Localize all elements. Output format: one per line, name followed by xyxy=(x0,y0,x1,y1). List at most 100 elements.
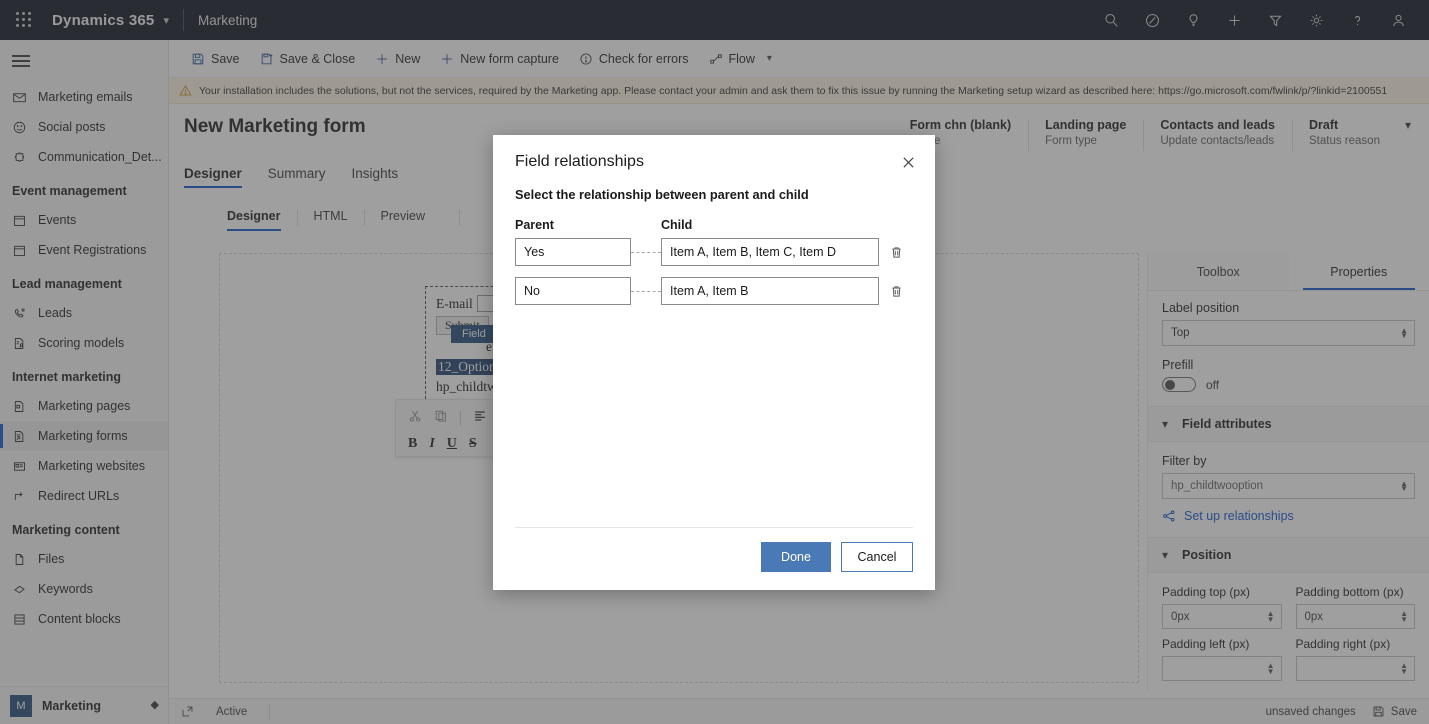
chevron-down-icon[interactable]: ▾ xyxy=(1397,118,1429,132)
copy-icon[interactable] xyxy=(434,409,448,428)
spinner-icon[interactable]: ▲ ▼ xyxy=(1400,327,1408,340)
account-icon[interactable] xyxy=(1378,0,1419,40)
stepper-icon[interactable]: ▲ ▼ xyxy=(1400,661,1408,675)
set-up-relationships-link[interactable]: Set up relationships xyxy=(1162,509,1415,523)
tab-properties[interactable]: Properties xyxy=(1288,253,1429,290)
sidebar-item-files[interactable]: Files xyxy=(0,544,168,574)
done-button[interactable]: Done xyxy=(761,542,831,572)
document-person-icon xyxy=(12,336,38,351)
padding-left-col: Padding left (px) ▲ ▼ xyxy=(1162,637,1282,681)
padding-bottom-input[interactable]: 0px ▲ ▼ xyxy=(1295,604,1415,629)
pulse-icon[interactable] xyxy=(1132,0,1173,40)
section-field-attributes[interactable]: ▾ Field attributes xyxy=(1148,406,1429,442)
prefill-toggle[interactable] xyxy=(1162,377,1196,392)
suite-bar: Dynamics 365 ▾ Marketing xyxy=(0,0,1429,40)
sidebar-item-leads[interactable]: Leads xyxy=(0,298,168,328)
search-icon[interactable] xyxy=(1091,0,1132,40)
help-icon[interactable] xyxy=(1337,0,1378,40)
save-and-close-button[interactable]: Save & Close xyxy=(250,40,366,78)
sidebar-item-keywords[interactable]: Keywords xyxy=(0,574,168,604)
new-button[interactable]: New xyxy=(365,40,430,78)
padding-top-input[interactable]: 0px ▲ ▼ xyxy=(1162,604,1282,629)
plus-icon[interactable] xyxy=(1214,0,1255,40)
filter-icon[interactable] xyxy=(1255,0,1296,40)
parent-input-1[interactable]: No xyxy=(515,277,631,305)
sidebar-item-label: Content blocks xyxy=(38,612,121,626)
underline-icon[interactable]: U xyxy=(447,436,457,452)
chevron-down-icon[interactable]: ▾ xyxy=(163,14,169,27)
check-for-errors-button[interactable]: Check for errors xyxy=(569,40,699,78)
cut-icon[interactable] xyxy=(408,409,422,428)
sidebar-item-social-posts[interactable]: Social posts xyxy=(0,112,168,142)
status-label: Active xyxy=(216,705,248,718)
sidebar-item-marketing-forms[interactable]: Marketing forms xyxy=(0,421,168,451)
sidebar-item-event-registrations[interactable]: Event Registrations xyxy=(0,235,168,265)
canvas-selected-text[interactable]: 12_Option xyxy=(436,359,498,375)
command-label: Save & Close xyxy=(279,51,356,66)
tab-summary[interactable]: Summary xyxy=(268,166,326,188)
stepper-icon[interactable]: ▲ ▼ xyxy=(1267,661,1275,675)
padding-right-input[interactable]: ▲ ▼ xyxy=(1295,656,1415,681)
strikethrough-icon[interactable]: S xyxy=(469,436,477,452)
gear-icon[interactable] xyxy=(1296,0,1337,40)
child-input-1[interactable]: Item A, Item B xyxy=(661,277,879,305)
warning-triangle-icon xyxy=(179,84,192,97)
new-form-capture-button[interactable]: New form capture xyxy=(430,40,569,78)
bold-icon[interactable]: B xyxy=(408,436,417,452)
italic-icon[interactable]: I xyxy=(429,436,434,452)
tab-insights[interactable]: Insights xyxy=(352,166,399,188)
section-position[interactable]: ▾ Position xyxy=(1148,537,1429,573)
sidebar-item-content-blocks[interactable]: Content blocks xyxy=(0,604,168,634)
chevron-updown-icon[interactable]: ◆ xyxy=(151,700,159,711)
app-launcher-icon[interactable] xyxy=(0,0,48,40)
relationship-column-headers: Parent Child xyxy=(515,218,913,232)
hamburger-icon[interactable] xyxy=(0,40,168,82)
sidebar-item-communication-det[interactable]: Communication_Det... xyxy=(0,142,168,172)
header-fact-status-reason[interactable]: Draft Status reason xyxy=(1292,118,1397,151)
parent-input-0[interactable]: Yes xyxy=(515,238,631,266)
trash-icon[interactable] xyxy=(879,284,913,299)
form-tabs: Designer Summary Insights xyxy=(184,166,424,188)
subtab-html[interactable]: HTML xyxy=(314,209,348,228)
redirect-arrow-icon xyxy=(12,489,38,504)
save-icon[interactable] xyxy=(1372,705,1385,718)
blocks-icon xyxy=(12,612,38,627)
sidebar-item-redirect-urls[interactable]: Redirect URLs xyxy=(0,481,168,511)
filter-by-select[interactable]: hp_childtwooption ▲ ▼ xyxy=(1162,473,1415,499)
lightbulb-icon[interactable] xyxy=(1173,0,1214,40)
save-button[interactable]: Save xyxy=(181,40,250,78)
stepper-icon[interactable]: ▲ ▼ xyxy=(1400,609,1408,623)
header-fact-form-type[interactable]: Landing page Form type xyxy=(1028,118,1143,151)
stepper-icon[interactable]: ▲ ▼ xyxy=(1267,609,1275,623)
fact-value: Draft xyxy=(1309,118,1339,132)
flow-button[interactable]: Flow ▾ xyxy=(699,40,782,78)
padding-bottom-label: Padding bottom (px) xyxy=(1295,585,1404,599)
spinner-icon[interactable]: ▲ ▼ xyxy=(1400,480,1408,493)
page-icon xyxy=(12,399,38,414)
sidebar-item-scoring-models[interactable]: Scoring models xyxy=(0,328,168,358)
cancel-button[interactable]: Cancel xyxy=(841,542,913,572)
sidebar-area-switcher[interactable]: M Marketing ◆ xyxy=(0,686,168,724)
sidebar-item-marketing-websites[interactable]: Marketing websites xyxy=(0,451,168,481)
close-icon[interactable] xyxy=(893,147,923,177)
padding-left-input[interactable]: ▲ ▼ xyxy=(1162,656,1282,681)
trash-icon[interactable] xyxy=(879,245,913,260)
sidebar-item-events[interactable]: Events xyxy=(0,205,168,235)
label-position-select[interactable]: Top ▲ ▼ xyxy=(1162,320,1415,346)
child-input-0[interactable]: Item A, Item B, Item C, Item D xyxy=(661,238,879,266)
sidebar-item-marketing-pages[interactable]: Marketing pages xyxy=(0,391,168,421)
subtab-designer[interactable]: Designer xyxy=(227,209,281,231)
popout-icon[interactable] xyxy=(181,705,194,718)
align-left-icon[interactable] xyxy=(473,409,487,428)
sidebar-item-marketing-emails[interactable]: Marketing emails xyxy=(0,82,168,112)
status-save-label[interactable]: Save xyxy=(1391,706,1417,718)
header-fact-update-contacts-leads[interactable]: Contacts and leads Update contacts/leads xyxy=(1143,118,1292,151)
chevron-down-icon[interactable]: ▾ xyxy=(767,53,772,64)
subtab-preview[interactable]: Preview xyxy=(381,209,425,228)
tab-designer[interactable]: Designer xyxy=(184,166,242,188)
chevron-down-icon: ▾ xyxy=(1162,417,1169,431)
field-badge: Field xyxy=(451,325,497,343)
tab-toolbox[interactable]: Toolbox xyxy=(1148,253,1289,290)
calendar-icon xyxy=(12,243,38,258)
padding-bottom-value: 0px xyxy=(1304,610,1324,623)
